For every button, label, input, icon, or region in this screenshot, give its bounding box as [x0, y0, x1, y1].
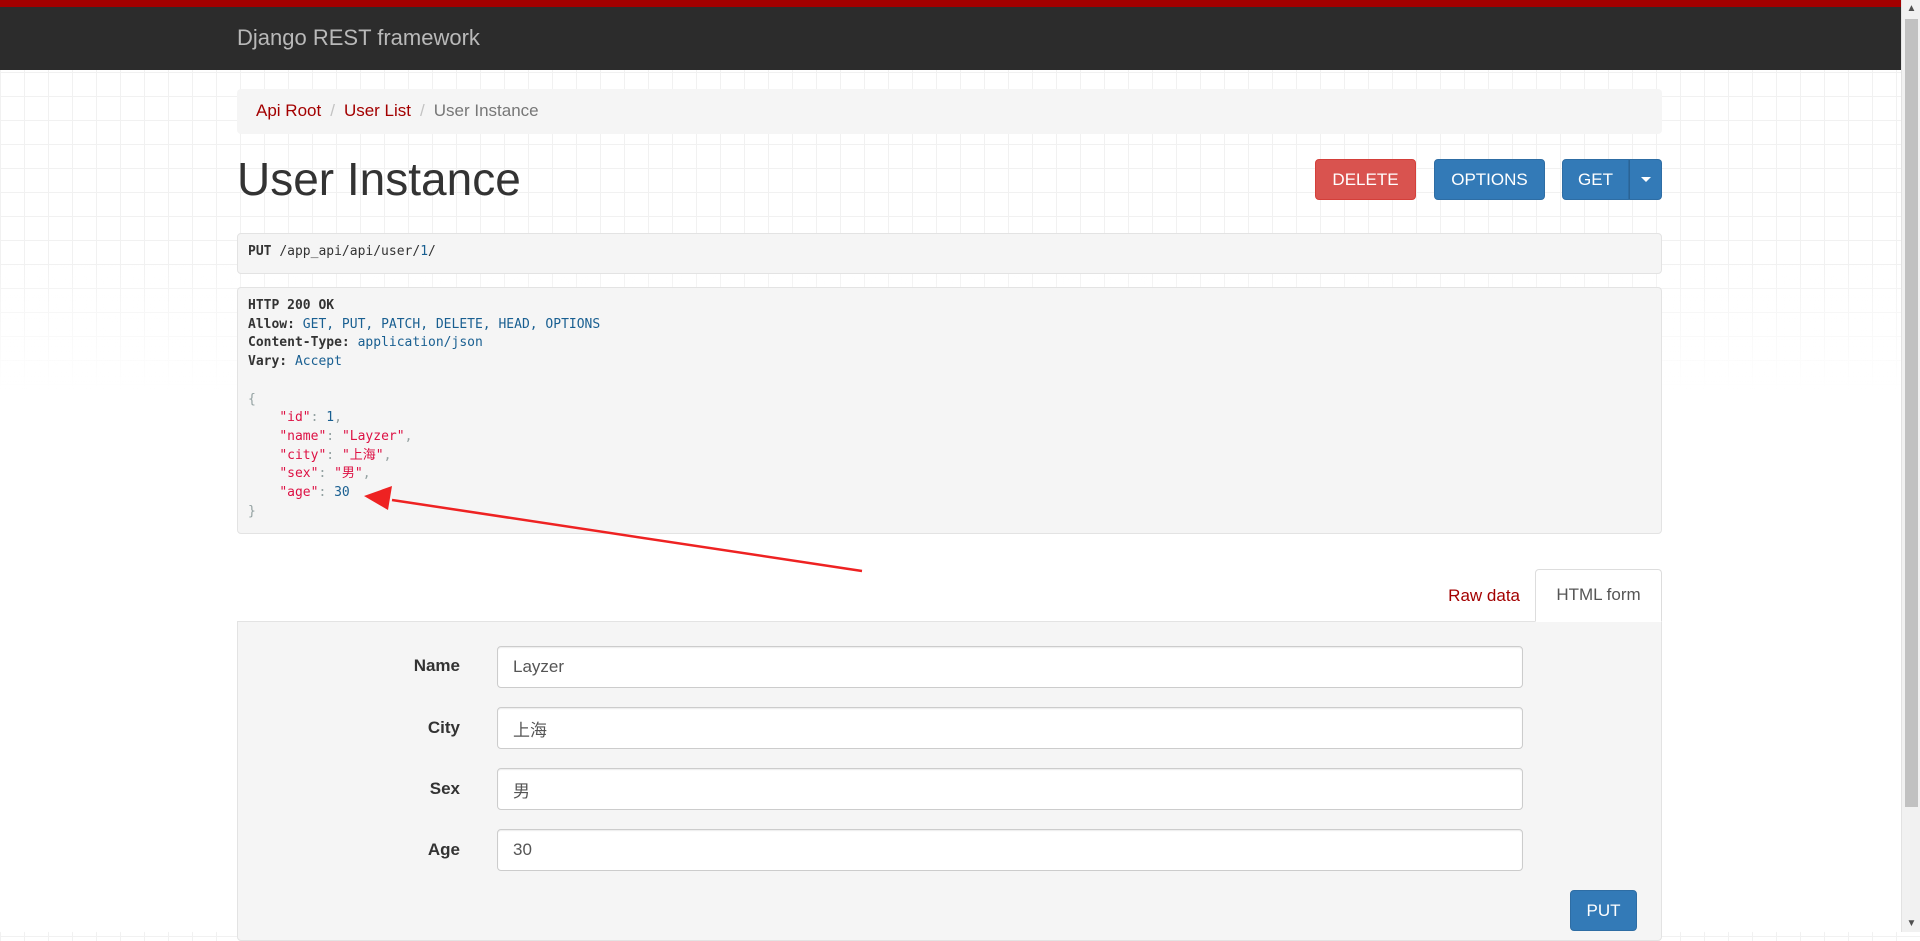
name-label: Name — [413, 656, 460, 675]
request-method: PUT — [248, 244, 272, 259]
request-path-end: / — [428, 244, 436, 259]
content-tabs: Raw data HTML form — [237, 569, 1662, 622]
json-key: "city" — [279, 447, 327, 463]
vertical-scrollbar[interactable]: ▲ ▼ — [1901, 0, 1920, 932]
json-value: 30 — [334, 485, 350, 501]
header-name: Vary: — [248, 354, 288, 370]
request-path: /app_api/api/user/ — [279, 244, 421, 259]
request-path-id: 1 — [420, 244, 429, 259]
json-key: "name" — [279, 428, 327, 444]
json-value: "男" — [334, 466, 363, 482]
page-title: User Instance — [237, 153, 521, 205]
json-key: "age" — [279, 485, 319, 501]
brand-link[interactable]: Django REST framework — [237, 25, 480, 51]
breadcrumb-user-list[interactable]: User List — [344, 101, 411, 120]
breadcrumb-separator: / — [420, 101, 425, 120]
breadcrumb: Api Root / User List / User Instance — [237, 89, 1662, 134]
header-value: GET, PUT, PATCH, DELETE, HEAD, OPTIONS — [302, 316, 601, 332]
caret-down-icon — [1640, 177, 1651, 182]
get-button[interactable]: GET — [1562, 159, 1629, 200]
name-input[interactable] — [497, 646, 1523, 688]
delete-button[interactable]: DELETE — [1315, 159, 1416, 200]
header-value: application/json — [357, 335, 483, 351]
json-close-brace: } — [248, 503, 256, 519]
city-label: City — [427, 718, 460, 737]
breadcrumb-api-root[interactable]: Api Root — [256, 101, 321, 120]
request-info: PUT /app_api/api/user/1/ — [237, 233, 1662, 274]
age-input[interactable] — [497, 829, 1523, 871]
breadcrumb-current: User Instance — [433, 101, 539, 120]
sex-label: Sex — [429, 779, 460, 798]
breadcrumb-separator: / — [330, 101, 335, 120]
city-input[interactable] — [497, 707, 1523, 749]
response-status: HTTP 200 OK — [248, 298, 335, 313]
json-key: "id" — [279, 410, 311, 426]
json-value: "Layzer" — [341, 428, 405, 444]
put-submit-button[interactable]: PUT — [1570, 890, 1637, 931]
scroll-down-arrow-icon[interactable]: ▼ — [1902, 915, 1920, 932]
tab-html-form[interactable]: HTML form — [1535, 569, 1662, 622]
json-value: 1 — [326, 410, 335, 426]
json-value: "上海" — [341, 447, 384, 463]
options-button[interactable]: OPTIONS — [1434, 159, 1545, 200]
json-key: "sex" — [279, 466, 319, 482]
response-info: HTTP 200 OK Allow: GET, PUT, PATCH, DELE… — [237, 287, 1662, 534]
age-label: Age — [427, 840, 460, 859]
tab-raw-data[interactable]: Raw data — [1448, 586, 1520, 606]
navbar: Django REST framework — [0, 0, 1901, 70]
header-value: Accept — [294, 354, 342, 370]
scroll-up-arrow-icon[interactable]: ▲ — [1902, 0, 1920, 17]
header-name: Allow: — [248, 316, 295, 332]
json-open-brace: { — [248, 391, 256, 407]
header-name: Content-Type: — [248, 335, 350, 351]
get-format-dropdown-button[interactable] — [1629, 159, 1662, 200]
scroll-thumb[interactable] — [1905, 19, 1918, 807]
sex-input[interactable] — [497, 768, 1523, 810]
